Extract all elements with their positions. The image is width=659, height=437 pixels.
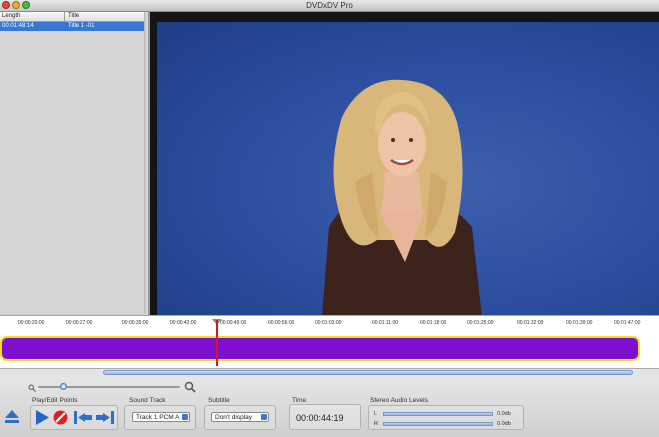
eject-icon[interactable] (4, 409, 20, 425)
video-frame (157, 22, 659, 317)
right-db-value: 0.0db (497, 421, 511, 427)
tick-label: 00:01:11:00 (372, 320, 399, 326)
zoom-in-icon[interactable] (184, 381, 196, 393)
sound-track-label: Sound Track (129, 397, 166, 404)
video-preview[interactable] (150, 12, 659, 317)
stop-icon[interactable] (52, 409, 69, 426)
subtitle-label: Subtitle (208, 397, 230, 404)
right-level-meter (383, 422, 493, 426)
tick-label: 00:01:18:00 (420, 320, 447, 326)
audio-levels-label: Stereo Audio Levels (370, 397, 428, 404)
scrollbar-thumb[interactable] (103, 370, 633, 375)
clip-track[interactable] (0, 336, 640, 361)
timeline-scrollbar[interactable] (0, 369, 659, 377)
column-header-length[interactable]: Length (2, 13, 20, 19)
control-panel: Play/Edit Points Sound Track Track 1 PCM… (0, 377, 659, 437)
presenter-image (322, 79, 482, 317)
row-length: 00:01:48:14 (2, 23, 34, 29)
tick-label: 00:00:27:00 (66, 320, 93, 326)
sidebar: Length Title 00:01:48:14 Title 1 -01 (0, 12, 150, 315)
tick-label: 00:01:03:00 (315, 320, 342, 326)
tick-label: 00:01:32:00 (517, 320, 544, 326)
subtitle-group: Don't display (204, 405, 276, 430)
timeline[interactable]: 00:00:20:00 00:00:27:00 00:00:35:00 00:0… (0, 315, 659, 369)
tick-label: 00:01:47:00 (614, 320, 641, 326)
popup-arrow-icon (182, 414, 188, 420)
set-in-point-icon[interactable] (73, 409, 93, 426)
play-edit-group (30, 405, 118, 430)
sound-track-group: Track 1 PCM A (124, 405, 196, 430)
set-out-point-icon[interactable] (95, 409, 115, 426)
tick-label: 00:00:20:00 (18, 320, 45, 326)
title-bar: DVDxDV Pro (0, 0, 659, 12)
timecode-ruler[interactable]: 00:00:20:00 00:00:27:00 00:00:35:00 00:0… (0, 319, 659, 329)
left-db-value: 0.0db (497, 411, 511, 417)
subtitle-value: Don't display (215, 414, 253, 421)
time-value: 00:00:44:19 (296, 413, 344, 423)
tick-label: 00:00:56:00 (268, 320, 295, 326)
left-level-meter (383, 412, 493, 416)
list-row[interactable]: 00:01:48:14 Title 1 -01 (0, 22, 144, 31)
tick-label: 00:00:42:00 (170, 320, 197, 326)
play-edit-label: Play/Edit Points (32, 397, 78, 404)
tick-label: 00:00:49:00 (220, 320, 247, 326)
popup-arrow-icon (261, 414, 267, 420)
right-channel-label: R (374, 421, 378, 427)
title-list[interactable]: Length Title 00:01:48:14 Title 1 -01 (0, 12, 145, 314)
play-icon[interactable] (34, 409, 50, 426)
sound-track-value: Track 1 PCM A (136, 414, 180, 421)
zoom-slider-thumb[interactable] (60, 383, 67, 390)
audio-levels-group: L R 0.0db 0.0db (368, 405, 524, 430)
tick-label: 00:01:25:00 (467, 320, 494, 326)
tick-label: 00:00:35:00 (122, 320, 149, 326)
row-title: Title 1 -01 (68, 23, 95, 29)
zoom-out-icon[interactable] (28, 384, 36, 392)
list-header: Length Title (0, 12, 144, 22)
column-header-title[interactable]: Title (68, 13, 79, 19)
column-divider (64, 12, 65, 21)
time-label: Time (292, 397, 307, 404)
playhead[interactable] (216, 320, 218, 366)
window-title: DVDxDV Pro (306, 1, 353, 10)
time-display: 00:00:44:19 (289, 404, 361, 430)
sound-track-select[interactable]: Track 1 PCM A (132, 412, 190, 422)
tick-label: 00:01:39:00 (566, 320, 593, 326)
left-channel-label: L (374, 411, 378, 417)
subtitle-select[interactable]: Don't display (211, 412, 269, 422)
